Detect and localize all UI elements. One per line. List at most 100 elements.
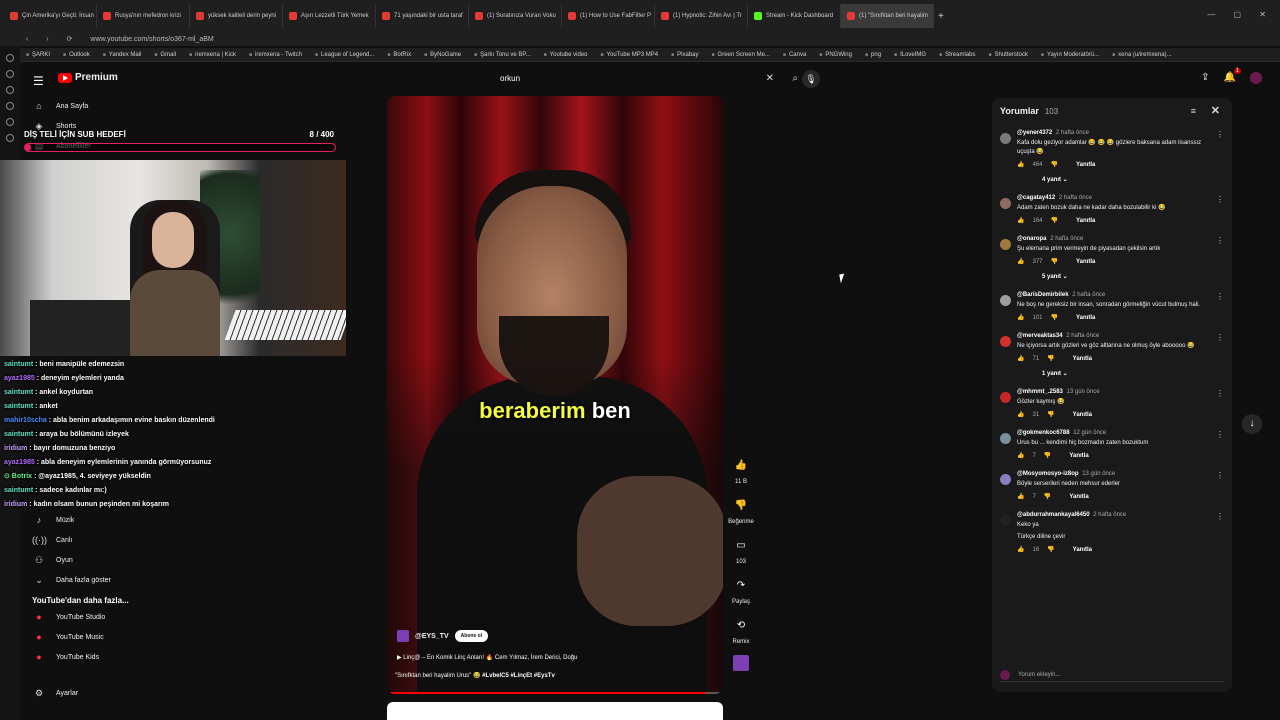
dislike-icon[interactable]: 👎: [1047, 355, 1054, 362]
browser-tab[interactable]: Rusya'nın mefedron krizi: [97, 4, 190, 28]
dislike-icon[interactable]: 👎: [1051, 161, 1058, 168]
reply-button[interactable]: Yanıtla: [1069, 453, 1088, 459]
settings-item[interactable]: ⚙ Ayarlar: [20, 683, 150, 703]
bookmark-item[interactable]: League of Legend...: [315, 52, 374, 58]
like-icon[interactable]: 👍: [1017, 546, 1024, 553]
sidebar-item[interactable]: ⚇ Oyun: [20, 550, 150, 570]
comment-avatar[interactable]: [1000, 336, 1011, 347]
translate-link[interactable]: Türkçe diline çevir: [1017, 533, 1210, 542]
youtube-logo[interactable]: Premium: [58, 72, 118, 83]
comment-avatar[interactable]: [1000, 392, 1011, 403]
new-tab-icon[interactable]: +: [938, 11, 944, 22]
search-icon[interactable]: ⌕: [792, 70, 798, 88]
url-text[interactable]: www.youtube.com/shorts/o367-ml_aBM: [90, 36, 213, 43]
sidebar-icon[interactable]: [6, 102, 14, 110]
view-replies-button[interactable]: 5 yanıt ⌄: [1017, 273, 1210, 280]
browser-tab[interactable]: (1) Suratınıza Vuran Voku: [469, 4, 562, 28]
bookmark-item[interactable]: Streamlabs: [939, 52, 975, 58]
more-options-icon[interactable]: ⋮: [1216, 236, 1224, 245]
reply-button[interactable]: Yanıtla: [1073, 356, 1092, 362]
comment-input[interactable]: Yorum ekleyin...: [1000, 668, 1224, 682]
comment-author[interactable]: @merveaktas34: [1017, 333, 1063, 339]
reply-button[interactable]: Yanıtla: [1073, 412, 1092, 418]
dislike-icon[interactable]: 👎: [1047, 411, 1054, 418]
browser-tab[interactable]: Çin Amerika'yı Geçti: İnsan: [4, 4, 97, 28]
bookmark-item[interactable]: Youtube video: [544, 52, 588, 58]
more-options-icon[interactable]: ⋮: [1216, 130, 1224, 139]
reply-button[interactable]: Yanıtla: [1076, 162, 1095, 168]
reply-button[interactable]: Yanıtla: [1076, 259, 1095, 265]
remix-icon[interactable]: ⟲: [730, 615, 752, 637]
like-icon[interactable]: 👍: [1017, 355, 1024, 362]
search-input[interactable]: orkun ✕ ⌕: [496, 70, 798, 88]
sidebar-item[interactable]: ⌄ Daha fazla göster: [20, 570, 150, 590]
bookmark-item[interactable]: Yayın Moderatörü...: [1041, 52, 1099, 58]
more-options-icon[interactable]: ⋮: [1216, 333, 1224, 342]
sidebar-icon[interactable]: [6, 118, 14, 126]
bookmark-item[interactable]: BotRix: [387, 52, 411, 58]
bookmark-item[interactable]: Gmail: [154, 52, 176, 58]
browser-tab[interactable]: Stream - Kick Dashboard: [748, 4, 841, 28]
comment-avatar[interactable]: [1000, 133, 1011, 144]
bookmark-item[interactable]: PNGWing: [819, 52, 852, 58]
reply-button[interactable]: Yanıtla: [1076, 315, 1095, 321]
comment-author[interactable]: @abdurrahmankayal6450: [1017, 512, 1090, 518]
comment-author[interactable]: @onaropa: [1017, 236, 1047, 242]
bookmark-item[interactable]: YouTube MP3 MP4: [601, 52, 659, 58]
comment-author[interactable]: @gokmenkoc6788: [1017, 430, 1070, 436]
more-from-youtube-item[interactable]: ● YouTube Music: [20, 627, 150, 647]
bookmark-item[interactable]: iremxena | Kick: [189, 52, 236, 58]
channel-avatar[interactable]: [397, 630, 409, 642]
video-hashtags[interactable]: #LvbelC5 #LinçEt #EysTv: [482, 673, 555, 679]
dislike-icon[interactable]: 👎: [1044, 493, 1051, 500]
like-action[interactable]: 👍 11 B: [724, 455, 758, 485]
dislike-icon[interactable]: 👎: [1051, 314, 1058, 321]
notifications-bell-icon[interactable]: 🔔: [1224, 68, 1242, 84]
comment-author[interactable]: @BarisDemirbilek: [1017, 292, 1069, 298]
clear-search-icon[interactable]: ✕: [766, 70, 774, 88]
channel-name[interactable]: @EYS_TV: [415, 633, 449, 640]
dislike-icon[interactable]: 👎: [1051, 258, 1058, 265]
bookmark-item[interactable]: Yandex Mail: [103, 52, 142, 58]
view-replies-button[interactable]: 4 yanıt ⌄: [1017, 176, 1210, 183]
browser-tab[interactable]: 71 yaşındaki bir usta taraf: [376, 4, 469, 28]
remix-thumbnail[interactable]: [724, 655, 758, 671]
avatar[interactable]: [1250, 72, 1262, 84]
menu-icon[interactable]: ☰: [33, 74, 44, 88]
more-options-icon[interactable]: ⋮: [1216, 195, 1224, 204]
more-options-icon[interactable]: ⋮: [1216, 389, 1224, 398]
like-icon[interactable]: 👍: [1017, 452, 1024, 459]
like-icon[interactable]: 👍: [1017, 258, 1024, 265]
share-action[interactable]: ↷ Paylaş: [724, 575, 758, 605]
dislike-icon[interactable]: 👎: [1051, 217, 1058, 224]
sort-icon[interactable]: ≡: [1191, 106, 1196, 116]
more-from-youtube-item[interactable]: ● YouTube Studio: [20, 607, 150, 627]
dislike-action[interactable]: 👎 Beğenme: [724, 495, 758, 525]
related-video-link[interactable]: ▶ Linç@ – En Komik Linç Anları! 🔥 Cem Yı…: [397, 654, 577, 661]
nav-buttons[interactable]: ‹ › ⟳: [26, 35, 80, 43]
browser-tab[interactable]: yüksek kaliteli derin peyni: [190, 4, 283, 28]
comments-icon[interactable]: ▭: [730, 535, 752, 557]
comment-avatar[interactable]: [1000, 474, 1011, 485]
dislike-icon[interactable]: 👎: [1044, 452, 1051, 459]
reply-button[interactable]: Yanıtla: [1073, 547, 1092, 553]
sidebar-icon[interactable]: [6, 86, 14, 94]
upload-icon[interactable]: ⇪: [1201, 72, 1209, 84]
like-icon[interactable]: 👍: [1017, 314, 1024, 321]
more-from-youtube-item[interactable]: ● YouTube Kids: [20, 647, 150, 667]
more-options-icon[interactable]: ⋮: [1216, 471, 1224, 480]
bookmark-item[interactable]: Şarkı Tonu ve BP...: [474, 52, 530, 58]
dislike-icon[interactable]: 👎: [730, 495, 752, 517]
more-options-icon[interactable]: ⋮: [1216, 430, 1224, 439]
comment-avatar[interactable]: [1000, 433, 1011, 444]
bookmark-item[interactable]: Outlook: [63, 52, 90, 58]
comment-author[interactable]: @yener4372: [1017, 130, 1052, 136]
comment-author[interactable]: @Mosyomosyo-iz8op: [1017, 471, 1079, 477]
like-icon[interactable]: 👍: [1017, 411, 1024, 418]
comment-avatar[interactable]: [1000, 198, 1011, 209]
comment-author[interactable]: @cagatay412: [1017, 195, 1055, 201]
more-options-icon[interactable]: ⋮: [1216, 292, 1224, 301]
shorts-player[interactable]: beraberim ben @EYS_TV Abone ol ▶ Linç@ –…: [387, 96, 723, 694]
comment-avatar[interactable]: [1000, 239, 1011, 250]
bookmark-item[interactable]: iremxena - Twitch: [249, 52, 302, 58]
